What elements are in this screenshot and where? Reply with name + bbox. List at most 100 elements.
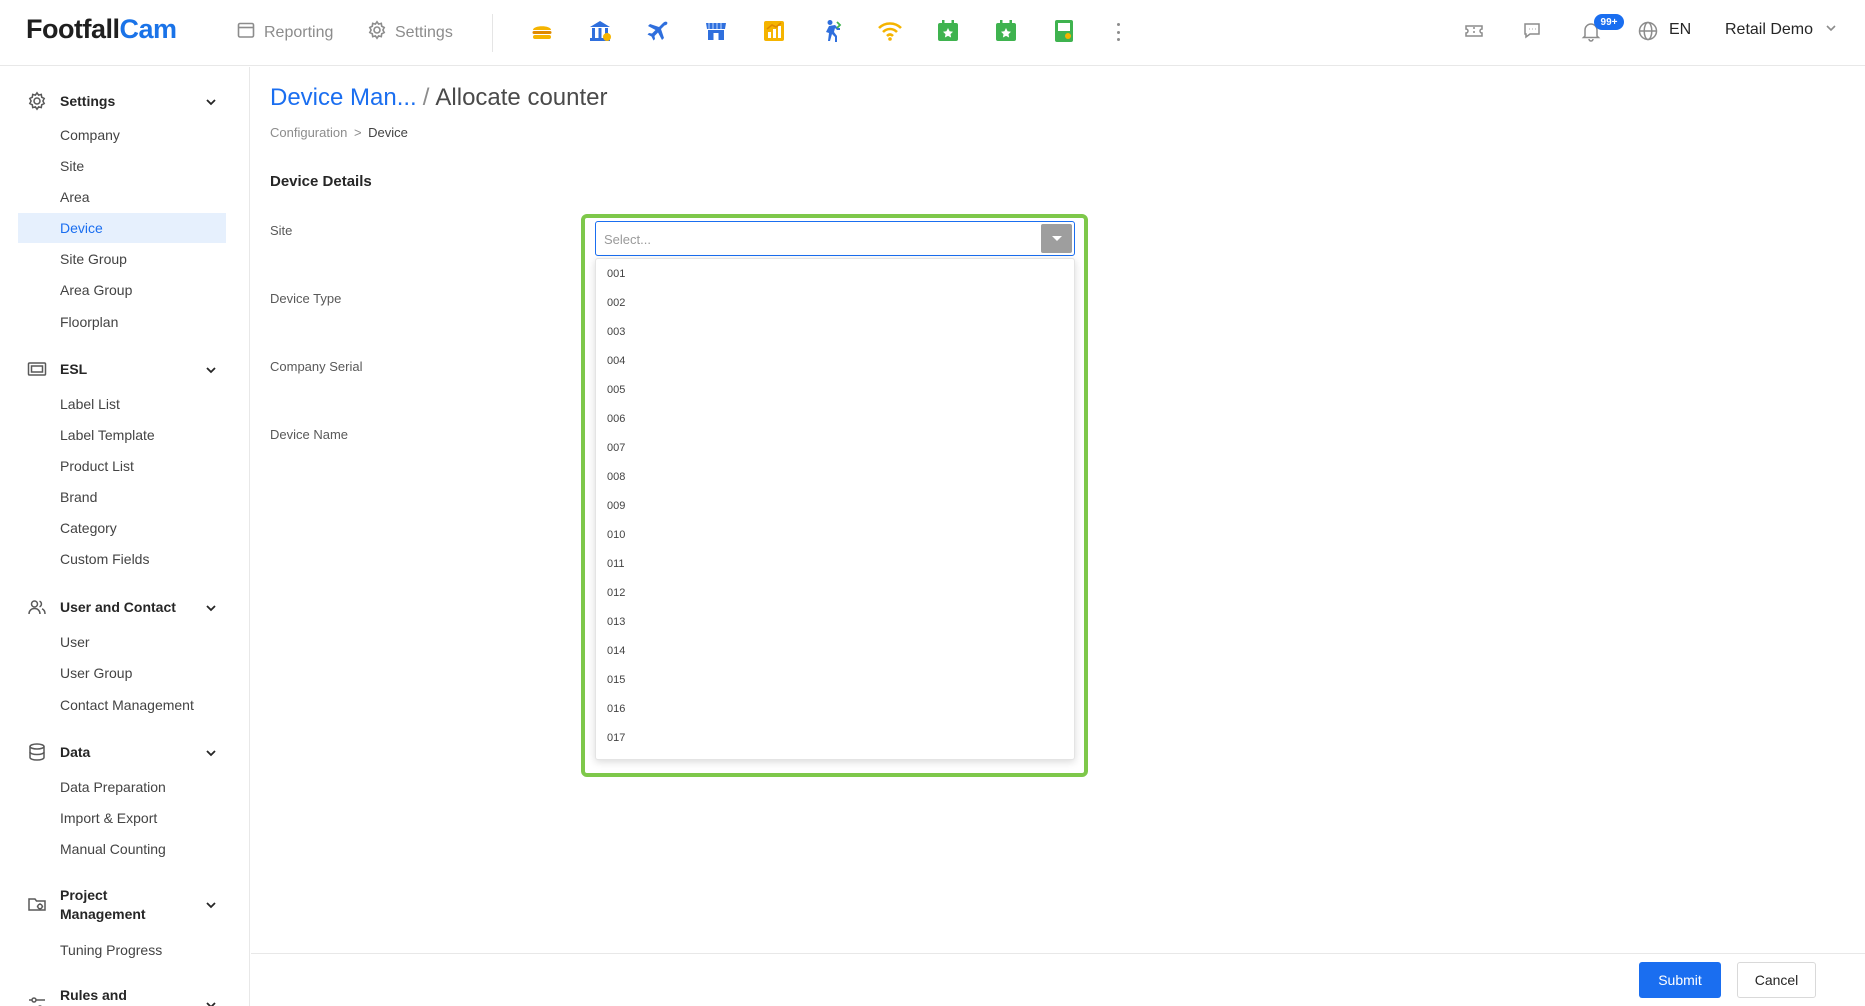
chart-app-icon[interactable]: [761, 18, 787, 44]
site-option[interactable]: 012: [596, 578, 1074, 607]
field-label-device-name: Device Name: [270, 427, 349, 442]
site-option[interactable]: 009: [596, 491, 1074, 520]
sidebar-group-settings[interactable]: Settings: [0, 89, 249, 113]
site-option[interactable]: 015: [596, 665, 1074, 694]
sidebar-item-import-export[interactable]: Import & Export: [18, 803, 226, 833]
ticket-icon[interactable]: [1463, 20, 1485, 42]
calendar-icon: [236, 20, 256, 45]
sidebar-item-site-group[interactable]: Site Group: [18, 244, 226, 274]
footfallcam-logo[interactable]: FootfallCam: [26, 14, 177, 45]
sidebar-item-device[interactable]: Device: [18, 213, 226, 243]
bank-app-icon[interactable]: [587, 18, 613, 44]
chevron-down-icon: [205, 998, 217, 1006]
sidebar-item-data-preparation[interactable]: Data Preparation: [18, 772, 226, 802]
airplane-app-icon[interactable]: [645, 18, 671, 44]
sidebar-item-site[interactable]: Site: [18, 151, 226, 181]
sliders-icon: [27, 994, 47, 1006]
sidebar-group-data[interactable]: Data: [0, 740, 249, 764]
submit-button[interactable]: Submit: [1639, 962, 1721, 998]
nav-reporting[interactable]: Reporting: [236, 20, 333, 45]
title-link-device-management[interactable]: Device Man...: [270, 84, 417, 111]
nav-settings[interactable]: Settings: [367, 20, 453, 45]
database-icon: [27, 742, 47, 762]
sidebar-group-label: Settings: [60, 92, 116, 109]
sidebar-item-user[interactable]: User: [18, 627, 226, 657]
person-counter-app-icon[interactable]: [819, 18, 845, 44]
sidebar-item-label-list[interactable]: Label List: [18, 389, 226, 419]
sidebar-item-area-group[interactable]: Area Group: [18, 275, 226, 305]
site-option[interactable]: 005: [596, 375, 1074, 404]
breadcrumb-configuration[interactable]: Configuration: [270, 125, 347, 140]
site-option[interactable]: 003: [596, 317, 1074, 346]
chevron-down-icon: [1825, 21, 1837, 39]
site-option[interactable]: 013: [596, 607, 1074, 636]
page-title: Device Man... / Allocate counter: [270, 84, 608, 112]
sidebar-group-label-line1: Project: [60, 887, 108, 903]
users-icon: [27, 597, 47, 617]
chevron-down-icon: [205, 363, 217, 375]
section-title-device-details: Device Details: [270, 173, 372, 190]
sidebar-item-area[interactable]: Area: [18, 182, 226, 212]
site-option[interactable]: 004: [596, 346, 1074, 375]
language-selector[interactable]: EN: [1669, 21, 1691, 39]
sidebar-group-rules[interactable]: Rules and: [0, 984, 249, 1006]
site-option[interactable]: 008: [596, 462, 1074, 491]
chat-icon[interactable]: [1521, 20, 1543, 42]
breadcrumb-separator: >: [353, 125, 362, 140]
globe-icon[interactable]: [1637, 20, 1659, 42]
sidebar: Settings Company Site Area Device Site G…: [0, 67, 250, 1006]
sidebar-group-user-and-contact[interactable]: User and Contact: [0, 595, 249, 619]
sidebar-item-product-list[interactable]: Product List: [18, 451, 226, 481]
sidebar-item-brand[interactable]: Brand: [18, 482, 226, 512]
sidebar-item-label-template[interactable]: Label Template: [18, 420, 226, 450]
site-option[interactable]: 011: [596, 549, 1074, 578]
sidebar-item-user-group[interactable]: User Group: [18, 658, 226, 688]
title-separator: /: [422, 84, 430, 111]
sidebar-group-label-line2: Management: [60, 906, 146, 922]
chevron-down-icon: [205, 746, 217, 758]
sidebar-item-custom-fields[interactable]: Custom Fields: [18, 544, 226, 574]
title-current: Allocate counter: [435, 84, 608, 111]
gear-icon: [367, 20, 387, 45]
sidebar-item-category[interactable]: Category: [18, 513, 226, 543]
chevron-down-icon: [205, 898, 217, 910]
sidebar-group-label: User and Contact: [60, 598, 176, 615]
sidebar-group-esl[interactable]: ESL: [0, 357, 249, 381]
sidebar-item-contact-management[interactable]: Contact Management: [18, 690, 226, 720]
kiosk-app-icon[interactable]: [1051, 18, 1077, 44]
logo-text-part2: Cam: [119, 14, 177, 44]
sidebar-group-label: ESL: [60, 360, 88, 377]
cancel-button[interactable]: Cancel: [1737, 962, 1816, 998]
site-option[interactable]: 010: [596, 520, 1074, 549]
site-option[interactable]: 016: [596, 694, 1074, 723]
user-name: Retail Demo: [1725, 21, 1814, 38]
more-apps-icon[interactable]: [1111, 20, 1125, 44]
sidebar-item-tuning-progress[interactable]: Tuning Progress: [18, 935, 226, 965]
site-option[interactable]: 007: [596, 433, 1074, 462]
site-select[interactable]: [595, 221, 1075, 256]
dropdown-arrow-icon[interactable]: [1041, 224, 1072, 253]
calendar-app-icon[interactable]: [935, 18, 961, 44]
sidebar-item-floorplan[interactable]: Floorplan: [18, 307, 226, 337]
notification-badge: 99+: [1594, 14, 1624, 30]
sidebar-group-label: Data: [60, 743, 91, 760]
site-option[interactable]: 017: [596, 723, 1074, 752]
gear-icon: [27, 91, 47, 111]
sidebar-group-project-management[interactable]: Project Management: [0, 884, 249, 924]
site-option[interactable]: 006: [596, 404, 1074, 433]
user-menu[interactable]: Retail Demo: [1725, 21, 1837, 39]
site-select-input[interactable]: [604, 230, 1024, 248]
store-app-icon[interactable]: [703, 18, 729, 44]
site-option[interactable]: 002: [596, 288, 1074, 317]
sidebar-item-company[interactable]: Company: [18, 120, 226, 150]
breadcrumb-device: Device: [368, 125, 408, 140]
wifi-app-icon[interactable]: [877, 18, 903, 44]
field-label-site: Site: [270, 223, 293, 238]
burger-app-icon[interactable]: [529, 18, 555, 44]
site-option[interactable]: 014: [596, 636, 1074, 665]
field-label-company-serial: Company Serial: [270, 359, 363, 374]
site-option[interactable]: 001: [596, 259, 1074, 288]
nav-reporting-label: Reporting: [264, 23, 334, 41]
sidebar-item-manual-counting[interactable]: Manual Counting: [18, 834, 226, 864]
calendar-star-app-icon[interactable]: [993, 18, 1019, 44]
